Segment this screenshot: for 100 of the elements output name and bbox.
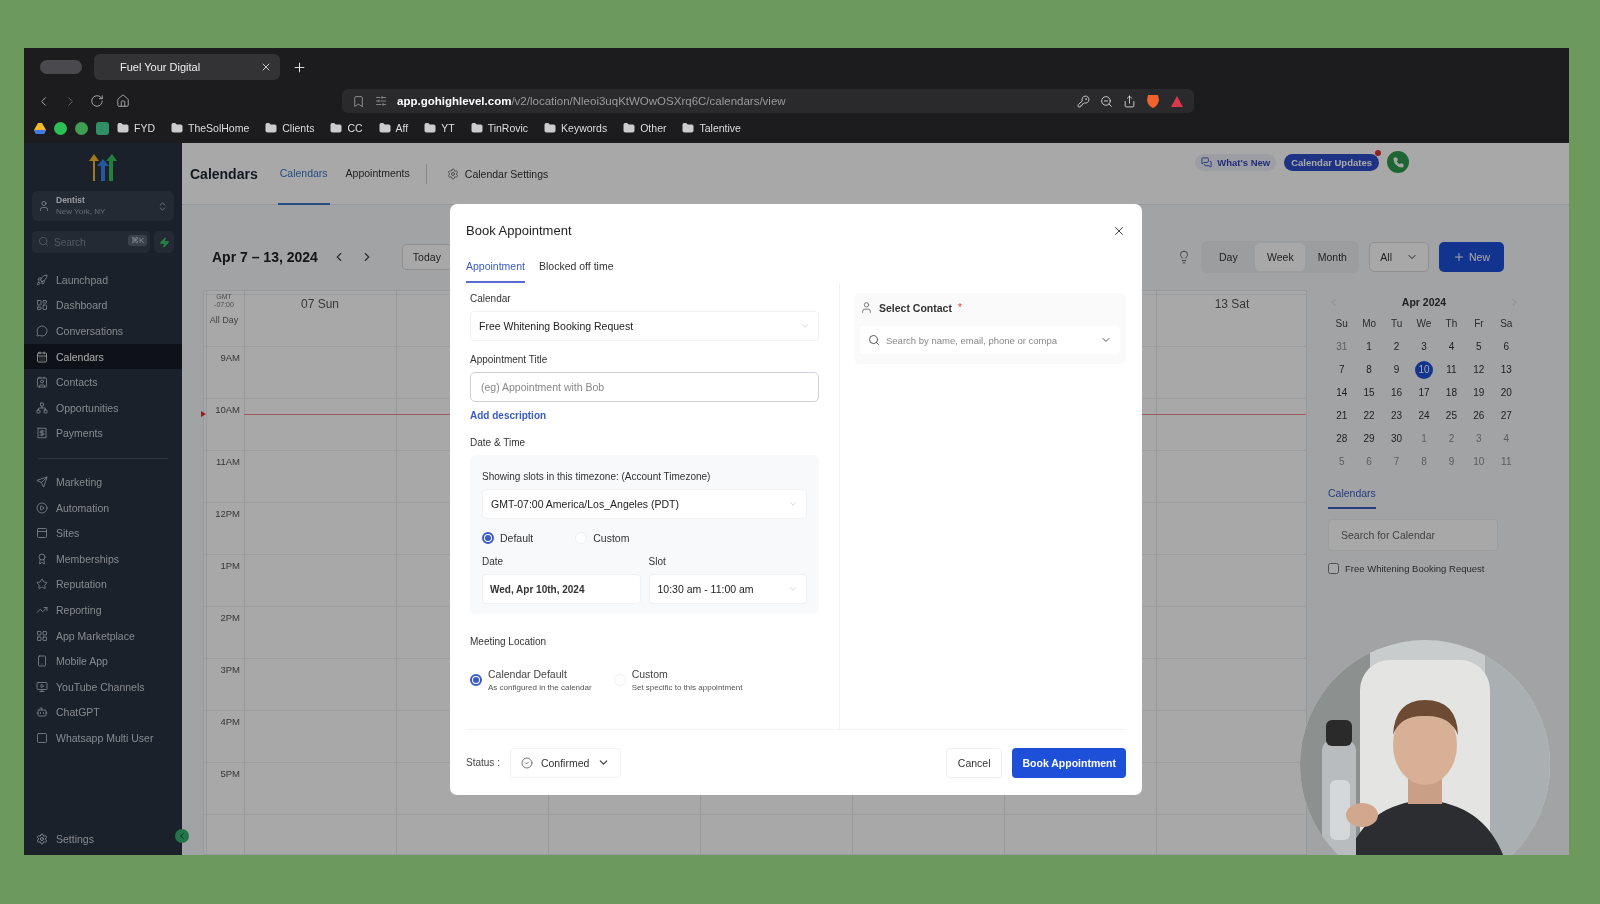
sidebar-item[interactable]: Reporting <box>24 597 182 623</box>
bookmark-folder[interactable]: FYD <box>117 122 155 134</box>
calendar-day[interactable]: 1 <box>1360 337 1379 356</box>
tab[interactable]: Appointment <box>466 260 525 283</box>
sidebar-item[interactable]: App Marketplace <box>24 622 182 649</box>
bookmark-folder[interactable]: Talentive <box>682 122 741 134</box>
title-input[interactable]: (eg) Appointment with Bob <box>470 372 819 402</box>
calendar-day[interactable]: 13 <box>1497 360 1516 379</box>
add-description-link[interactable]: Add description <box>470 410 819 421</box>
calendar-day[interactable]: 15 <box>1360 383 1379 402</box>
zoom-icon[interactable] <box>1100 94 1113 108</box>
calendar-day[interactable]: 29 <box>1360 429 1379 448</box>
bookmark-folder[interactable]: Keywords <box>544 122 608 134</box>
bookmark-icon[interactable] <box>352 94 365 108</box>
address-bar[interactable]: app.gohighlevel.com/v2/location/Nleoi3uqKtWOwOSXrq6C/calendars/view <box>342 89 1194 113</box>
tab[interactable]: Calendars <box>277 143 330 205</box>
sidebar-item[interactable]: Mobile App <box>24 648 182 674</box>
calendar-day[interactable]: 23 <box>1387 406 1406 425</box>
calendar-day[interactable]: 2 <box>1387 337 1406 356</box>
today-button[interactable]: Today <box>401 244 452 270</box>
cancel-button[interactable]: Cancel <box>945 747 1003 778</box>
calendar-day[interactable]: 16 <box>1387 383 1406 402</box>
slot-select[interactable]: 10:30 am - 11:00 am <box>648 574 807 604</box>
new-button[interactable]: New <box>1439 242 1504 272</box>
status-dropdown[interactable]: Confirmed <box>509 747 622 778</box>
calendar-day[interactable]: 25 <box>1442 406 1461 425</box>
sidebar-item[interactable]: Memberships <box>24 545 182 572</box>
app-icon[interactable] <box>75 121 88 135</box>
calendar-day[interactable]: 14 <box>1332 383 1351 402</box>
sidebar-item[interactable]: Conversations <box>24 318 182 344</box>
sidebar-item[interactable]: Opportunities <box>24 394 182 421</box>
settings-link[interactable]: Calendar Settings <box>446 167 549 180</box>
filter-dropdown[interactable]: All <box>1369 242 1429 272</box>
bookmark-folder[interactable]: CC <box>330 122 363 134</box>
view-button[interactable]: Month <box>1307 243 1358 271</box>
view-button[interactable]: Day <box>1203 243 1254 271</box>
calendars-tab[interactable]: Calendars <box>1328 487 1376 509</box>
contact-search-field[interactable]: Search by name, email, phone or compa <box>860 326 1120 354</box>
key-icon[interactable] <box>1077 94 1090 108</box>
timezone-select[interactable]: GMT-07:00 America/Los_Angeles (PDT) <box>482 489 807 519</box>
calendar-day[interactable]: 28 <box>1332 429 1351 448</box>
bookmark-folder[interactable]: TinRovic <box>470 122 529 134</box>
triangle-icon[interactable] <box>1170 94 1184 108</box>
sidebar-item[interactable]: YouTube Channels <box>24 673 182 700</box>
bookmark-folder[interactable]: TheSolHome <box>171 122 250 134</box>
calendar-day[interactable]: 26 <box>1469 406 1488 425</box>
bookmark-folder[interactable]: YT <box>424 122 455 134</box>
sidebar-item[interactable]: ChatGPT <box>24 699 182 726</box>
radio-option[interactable]: Default <box>482 532 534 544</box>
sidebar-item[interactable]: Whatsapp Multi User <box>24 725 182 751</box>
collapse-button[interactable] <box>175 829 189 843</box>
site-settings-icon[interactable] <box>375 95 387 107</box>
whats-new-button[interactable]: What's New <box>1195 153 1277 171</box>
close-icon[interactable] <box>260 61 272 73</box>
calendar-day[interactable]: 30 <box>1387 429 1406 448</box>
calendar-day[interactable]: 20 <box>1497 383 1516 402</box>
tab[interactable]: Appointments <box>343 143 412 205</box>
calendar-day[interactable]: 10 <box>1415 360 1433 379</box>
calendar-day[interactable]: 6 <box>1497 337 1516 356</box>
lightning-button[interactable] <box>154 231 174 253</box>
calendar-day[interactable]: 5 <box>1469 337 1488 356</box>
calendar-day[interactable]: 11 <box>1442 360 1461 379</box>
bookmark-folder[interactable]: Clients <box>265 122 315 134</box>
sidebar-item[interactable]: Contacts <box>24 369 182 395</box>
new-tab-icon[interactable] <box>292 59 307 75</box>
bookmark-folder[interactable]: Aff <box>378 122 409 134</box>
view-button[interactable]: Week <box>1255 243 1306 271</box>
browser-tab[interactable]: Fuel Your Digital <box>94 54 280 80</box>
updates-button[interactable]: Calendar Updates <box>1284 153 1379 171</box>
calendar-search-field[interactable]: Search for Calendar <box>1328 519 1498 551</box>
calendar-day[interactable]: 9 <box>1387 360 1406 379</box>
calendar-day[interactable]: 7 <box>1332 360 1351 379</box>
sidebar-item[interactable]: Dashboard <box>24 292 182 319</box>
date-field[interactable]: Wed, Apr 10th, 2024 <box>482 574 641 604</box>
calendar-day[interactable]: 8 <box>1360 360 1379 379</box>
tab[interactable]: Blocked off time <box>538 260 614 283</box>
calendar-day[interactable]: 24 <box>1415 406 1433 425</box>
calendar-day[interactable]: 19 <box>1469 383 1488 402</box>
calendar-day[interactable]: 27 <box>1497 406 1516 425</box>
sidebar-item[interactable]: Calendars <box>24 343 182 370</box>
sidebar-item[interactable]: Sites <box>24 520 182 546</box>
sidebar-item[interactable]: Launchpad <box>24 267 182 293</box>
calendar-day[interactable]: 3 <box>1415 337 1433 356</box>
calendar-day[interactable]: 22 <box>1360 406 1379 425</box>
book-appointment-button[interactable]: Book Appointment <box>1012 747 1126 778</box>
share-icon[interactable] <box>1123 94 1136 108</box>
bookmark-folder[interactable]: Other <box>623 122 667 134</box>
calendar-day[interactable]: 18 <box>1442 383 1461 402</box>
calendar-day[interactable]: 17 <box>1415 383 1433 402</box>
sidebar-item[interactable]: Reputation <box>24 571 182 598</box>
chat-app-icon[interactable] <box>54 121 67 135</box>
drive-icon[interactable] <box>34 122 46 134</box>
shield-icon[interactable] <box>1146 93 1160 109</box>
sidebar-toggle-icon[interactable] <box>40 60 82 74</box>
calendar-day[interactable]: 21 <box>1332 406 1351 425</box>
sidebar-item[interactable]: Automation <box>24 494 182 521</box>
app-icon[interactable] <box>96 121 109 135</box>
calendar-day[interactable]: 12 <box>1469 360 1488 379</box>
checkbox[interactable] <box>1328 563 1339 574</box>
home-icon[interactable] <box>116 94 130 108</box>
